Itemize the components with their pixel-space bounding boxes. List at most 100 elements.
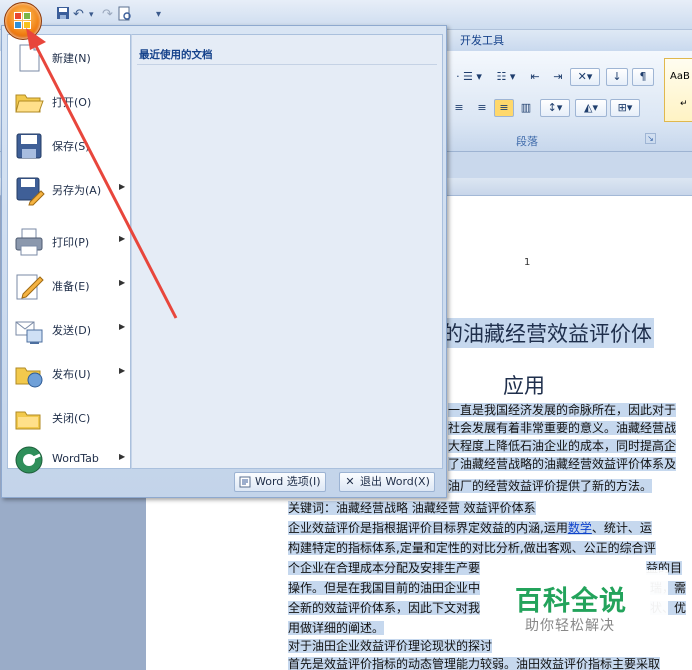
menu-item-label: 准备(E)	[52, 280, 90, 293]
page-number: 1	[524, 257, 531, 268]
word-options-label: Word 选项(I)	[255, 475, 321, 488]
menu-command-list: 新建(N) 打开(O) 保存(S) 另存为(A) ▶ 打印(P) ▶ 准备(E)…	[7, 34, 131, 474]
menu-item-label: 发送(D)	[52, 324, 92, 337]
align-right-icon[interactable]: ≡	[472, 99, 492, 117]
options-icon	[239, 476, 251, 488]
menu-item-wordtab[interactable]: WordTab ▶	[8, 439, 130, 481]
doc-line[interactable]: 关键词：油藏经营战略 油藏经营 效益评价体系	[288, 500, 692, 517]
menu-item-label: 打开(O)	[52, 96, 92, 109]
align-center-icon[interactable]: ≡	[449, 99, 469, 117]
doc-line[interactable]: 大程度上降低石油企业的成本，同时提高企	[448, 438, 692, 455]
text-run: 企业效益评价是指根据评价目标界定效益的内涵,运用	[288, 521, 568, 535]
office-logo-icon	[23, 12, 31, 20]
shading-icon[interactable]: ◭▾	[575, 99, 607, 117]
doc-line[interactable]: 社会发展有着非常重要的意义。油藏经营战	[448, 420, 692, 437]
doc-line[interactable]: 了油藏经营战略的油藏经营效益评价体系及	[448, 456, 692, 473]
doc-line[interactable]: 构建特定的指标体系,定量和定性的对比分析,做出客观、公正的综合评	[288, 540, 692, 557]
text-run: 个企业在合理成本分配及安排生产要	[288, 561, 481, 575]
distributed-icon[interactable]: ▥	[516, 99, 536, 117]
divider	[137, 64, 437, 65]
quick-style-normal[interactable]	[664, 58, 692, 122]
menu-item-publish[interactable]: 发布(U) ▶	[8, 353, 130, 395]
increase-indent-icon[interactable]: ⇥	[547, 68, 569, 86]
office-logo-icon	[14, 12, 22, 20]
style-sample-text: AaB	[670, 71, 690, 82]
doc-line[interactable]: 首先是效益评价指标的动态管理能力较弱。油田效益评价指标主要采取	[288, 656, 692, 670]
watermark-subtitle: 助你轻松解决	[525, 618, 615, 634]
doc-line[interactable]: 油厂的经营效益评价提供了新的方法。	[448, 478, 692, 495]
submenu-arrow-icon: ▶	[119, 234, 126, 243]
doc-line[interactable]: 一直是我国经济发展的命脉所在，因此对于	[448, 402, 692, 419]
doc-line[interactable]: 企业效益评价是指根据评价目标界定效益的内涵,运用数学、统计、运	[288, 520, 692, 537]
text-run: 对于油田企业效益评价理论现状的探讨	[288, 639, 493, 653]
menu-item-open[interactable]: 打开(O)	[8, 81, 130, 123]
hyperlink[interactable]: 数学	[567, 521, 592, 535]
text-run: 用做详细的阐述。	[288, 621, 385, 635]
menu-item-label: 打印(P)	[52, 236, 90, 249]
text-run: 关键词：油藏经营战略 油藏经营 效益评价体系	[288, 501, 536, 515]
office-logo-icon	[14, 21, 22, 29]
justify-icon[interactable]: ≡	[494, 99, 514, 117]
menu-item-label: 新建(N)	[52, 52, 91, 65]
word-options-button[interactable]: Word 选项(I)	[234, 472, 326, 492]
menu-item-print[interactable]: 打印(P) ▶	[8, 221, 130, 263]
menu-item-label: WordTab	[52, 452, 99, 465]
office-logo-icon	[23, 21, 31, 29]
text-run: 社会发展有着非常重要的意义。油藏经营战	[448, 421, 677, 435]
tab-developer[interactable]: 开发工具	[456, 31, 508, 51]
numbering-list-icon[interactable]: · ☰ ▾	[449, 68, 489, 86]
menu-item-label: 保存(S)	[52, 140, 90, 153]
menu-item-save[interactable]: 保存(S)	[8, 125, 130, 167]
customize-qat-icon[interactable]: ▾	[156, 6, 161, 24]
menu-item-label: 发布(U)	[52, 368, 91, 381]
text-run: 全新的效益评价体系，因此下文对我	[288, 601, 481, 615]
menu-item-prepare[interactable]: 准备(E) ▶	[8, 265, 130, 307]
office-menu: 新建(N) 打开(O) 保存(S) 另存为(A) ▶ 打印(P) ▶ 准备(E)…	[1, 25, 447, 498]
redo-icon[interactable]: ↷	[102, 6, 113, 24]
recent-documents-panel: 最近使用的文档	[131, 34, 443, 469]
open-folder-icon	[13, 86, 45, 118]
save-icon[interactable]	[56, 6, 70, 24]
menu-item-new[interactable]: 新建(N)	[8, 37, 130, 79]
new-document-icon	[13, 42, 45, 74]
submenu-arrow-icon: ▶	[119, 366, 126, 375]
exit-word-label: 退出 Word(X)	[360, 475, 430, 488]
submenu-arrow-icon: ▶	[119, 278, 126, 287]
menu-item-send[interactable]: 发送(D) ▶	[8, 309, 130, 351]
text-run: 、统计、运	[591, 521, 652, 535]
save-disk-icon	[13, 130, 45, 162]
submenu-arrow-icon: ▶	[119, 452, 126, 461]
prepare-pencil-icon	[13, 270, 45, 302]
text-run: 操作。但是在我国目前的油田企业中	[288, 581, 481, 595]
office-button[interactable]	[4, 2, 42, 40]
text-run: 构建特定的指标体系,定量和定性的对比分析,做出客观、公正的综合评	[288, 541, 656, 555]
print-preview-icon[interactable]	[118, 6, 132, 24]
submenu-arrow-icon: ▶	[119, 182, 126, 191]
send-icon	[13, 314, 45, 346]
wordtab-icon	[13, 444, 45, 476]
borders-icon[interactable]: ⊞▾	[610, 99, 640, 117]
line-spacing-icon[interactable]: ↕▾	[540, 99, 570, 117]
document-title-line-1[interactable]: 的油藏经营效益评价体	[440, 318, 654, 348]
undo-dropdown-icon[interactable]: ▾	[89, 6, 94, 24]
document-title-line-2[interactable]: 应用	[503, 370, 545, 400]
exit-word-button[interactable]: ✕ 退出 Word(X)	[339, 472, 435, 492]
printer-icon	[13, 226, 45, 258]
save-as-icon	[13, 174, 45, 206]
paragraph-mark-icon: ↵	[680, 99, 688, 109]
decrease-indent-icon[interactable]: ⇤	[524, 68, 546, 86]
watermark-title: 百科全说	[515, 586, 627, 617]
undo-icon[interactable]: ↶	[73, 6, 84, 24]
chinese-layout-icon[interactable]: ✕▾	[570, 68, 600, 86]
menu-item-label: 另存为(A)	[52, 184, 102, 197]
dialog-launcher-icon[interactable]: ↘	[645, 133, 656, 144]
publish-icon	[13, 358, 45, 390]
show-marks-icon[interactable]: ¶	[632, 68, 654, 86]
menu-item-save-as[interactable]: 另存为(A) ▶	[8, 169, 130, 211]
text-run: 油厂的经营效益评价提供了新的方法。	[448, 479, 653, 493]
menu-item-close[interactable]: 关闭(C)	[8, 397, 130, 439]
sort-icon[interactable]: ↓	[606, 68, 628, 86]
multilevel-list-icon[interactable]: ☷ ▾	[490, 68, 522, 86]
submenu-arrow-icon: ▶	[119, 322, 126, 331]
text-run: 了油藏经营战略的油藏经营效益评价体系及	[448, 457, 677, 471]
